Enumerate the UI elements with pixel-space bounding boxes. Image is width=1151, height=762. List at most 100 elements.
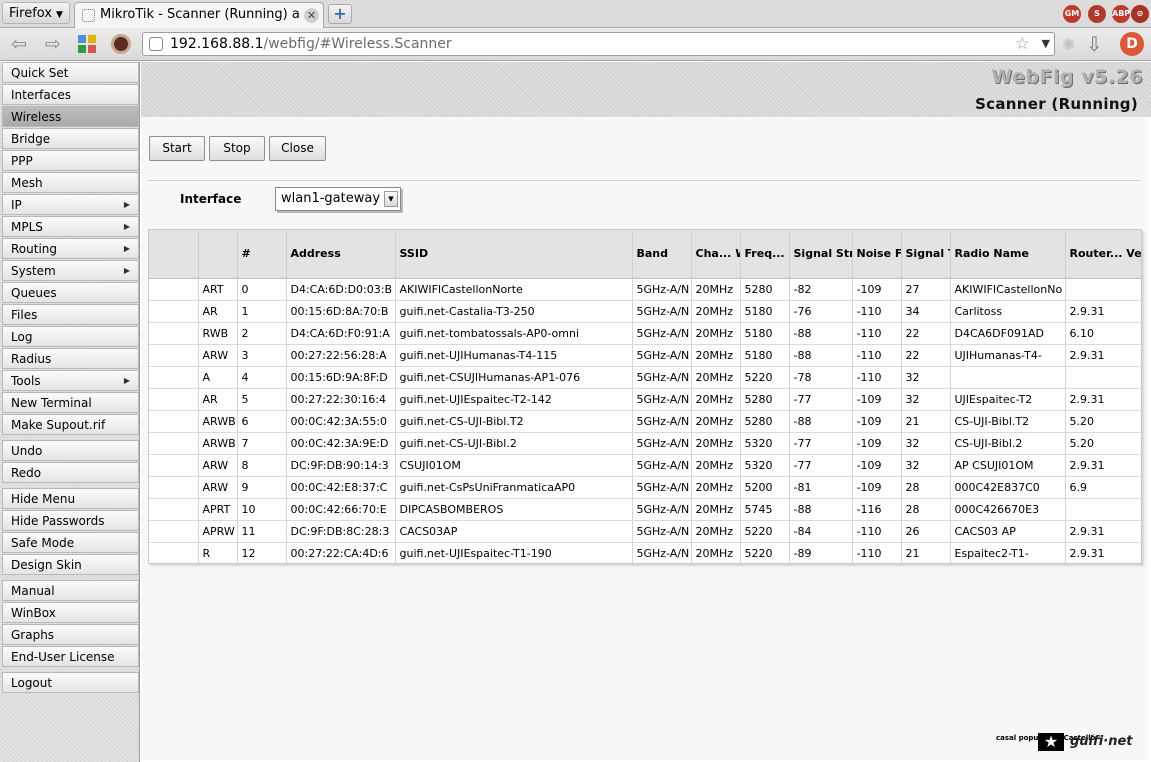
sidebar-item-mpls[interactable]: MPLS ▶ bbox=[2, 216, 139, 237]
table-row[interactable]: ARWB 7 00:0C:42:3A:9E:D guifi.net-CS-UJI-Bi… bbox=[149, 432, 1141, 455]
new-tab-button[interactable]: + bbox=[328, 4, 352, 24]
chevron-down-icon[interactable]: ▼ bbox=[384, 191, 398, 207]
column-header[interactable]: Signal Strength bbox=[789, 230, 853, 279]
sidebar-item-redo[interactable]: Redo bbox=[2, 462, 139, 483]
sidebar-item-graphs[interactable]: Graphs bbox=[2, 624, 139, 645]
table-cell: 28 bbox=[901, 498, 951, 521]
sidebar-item-make-supout-rif[interactable]: Make Supout.rif bbox=[2, 414, 139, 435]
sidebar-item-design-skin[interactable]: Design Skin bbox=[2, 554, 139, 575]
column-header[interactable]: Radio Name bbox=[950, 230, 1066, 279]
column-header[interactable]: Noise Floor bbox=[852, 230, 902, 279]
gm-icon[interactable]: GM bbox=[1063, 5, 1081, 23]
stop-reload-icon[interactable] bbox=[111, 34, 131, 54]
sidebar-item-new-terminal[interactable]: New Terminal bbox=[2, 392, 139, 413]
sidebar-item-system[interactable]: System ▶ bbox=[2, 260, 139, 281]
table-cell: guifi.net-UJIEspaitec-T2-142 bbox=[395, 388, 633, 411]
table-cell: UJIHumanas-T4- bbox=[950, 344, 1066, 367]
sidebar-item-wireless[interactable]: Wireless bbox=[2, 106, 139, 127]
sidebar-item-ip[interactable]: IP ▶ bbox=[2, 194, 139, 215]
column-header[interactable] bbox=[198, 230, 238, 279]
forward-icon[interactable]: ⇨ bbox=[40, 32, 66, 56]
table-cell: 00:27:22:CA:4D:6 bbox=[286, 542, 396, 563]
firefox-menu-label: Firefox bbox=[9, 6, 53, 21]
sidebar-item-interfaces[interactable]: Interfaces bbox=[2, 84, 139, 105]
url-text[interactable]: 192.168.88.1/webfig/#Wireless.Scanner bbox=[170, 36, 452, 52]
sidebar-item-routing[interactable]: Routing ▶ bbox=[2, 238, 139, 259]
sidebar-item-hide-passwords[interactable]: Hide Passwords bbox=[2, 510, 139, 531]
table-cell: -88 bbox=[789, 498, 853, 521]
url-bar[interactable]: 192.168.88.1/webfig/#Wireless.Scanner ☆ … bbox=[142, 32, 1055, 56]
table-row[interactable]: ARW 3 00:27:22:56:28:A guifi.net-UJIHumanas… bbox=[149, 344, 1141, 367]
column-header[interactable]: # bbox=[237, 230, 287, 279]
table-cell: 5320 bbox=[740, 454, 790, 477]
row-marker-cell bbox=[149, 476, 199, 499]
blocker-icon[interactable]: ⊘ bbox=[1131, 5, 1149, 23]
table-row[interactable]: AR 5 00:27:22:30:16:4 guifi.net-UJIEspaitec… bbox=[149, 388, 1141, 411]
table-cell: guifi.net-Castalia-T3-250 bbox=[395, 300, 633, 323]
sidebar-item-queues[interactable]: Queues bbox=[2, 282, 139, 303]
table-cell: 10 bbox=[237, 498, 287, 521]
table-cell: -88 bbox=[789, 410, 853, 433]
sidebar-item-winbox[interactable]: WinBox bbox=[2, 602, 139, 623]
table-row[interactable]: RWB 2 D4:CA:6D:F0:91:A guifi.net-tombatossa… bbox=[149, 322, 1141, 345]
abp-icon[interactable]: ABP bbox=[1112, 5, 1130, 23]
sidebar-item-label: Radius bbox=[11, 352, 52, 366]
table-row[interactable]: A 4 00:15:6D:9A:8F:D guifi.net-CSUJIHumanas… bbox=[149, 366, 1141, 389]
table-row[interactable]: ARW 9 00:0C:42:E8:37:C guifi.net-CsPsUniFra… bbox=[149, 476, 1141, 499]
sidebar-item-label: Mesh bbox=[11, 176, 43, 190]
tab-close-icon[interactable]: ✕ bbox=[304, 8, 319, 23]
noscript-icon[interactable]: S bbox=[1088, 5, 1106, 23]
sidebar-item-safe-mode[interactable]: Safe Mode bbox=[2, 532, 139, 553]
table-cell: 2.9.31 bbox=[1065, 388, 1141, 411]
app-grid-icon[interactable] bbox=[78, 35, 96, 53]
column-header[interactable]: Signal To Noise bbox=[901, 230, 951, 279]
table-row[interactable]: ARW 8 DC:9F:DB:90:14:3 CSUJI01OM 5GHz-A/N 20M… bbox=[149, 454, 1141, 477]
sidebar-item-files[interactable]: Files bbox=[2, 304, 139, 325]
sidebar-item-log[interactable]: Log bbox=[2, 326, 139, 347]
table-cell: 5GHz-A/N bbox=[632, 388, 692, 411]
table-row[interactable]: ARWB 6 00:0C:42:3A:55:0 guifi.net-CS-UJI-Bi… bbox=[149, 410, 1141, 433]
sidebar-item-label: Queues bbox=[11, 286, 57, 300]
bookmark-star-icon[interactable]: ☆ bbox=[1015, 34, 1030, 54]
sidebar-item-radius[interactable]: Radius bbox=[2, 348, 139, 369]
duckduckgo-icon[interactable]: D bbox=[1120, 32, 1144, 56]
table-row[interactable]: AR 1 00:15:6D:8A:70:B guifi.net-Castalia-T3… bbox=[149, 300, 1141, 323]
column-header[interactable]: Cha... Width bbox=[691, 230, 741, 279]
start-button[interactable]: Start bbox=[149, 136, 205, 161]
table-row[interactable]: APRT 10 00:0C:42:66:70:E DIPCASBOMBEROS 5GHz… bbox=[149, 498, 1141, 521]
table-cell: D4CA6DF091AD bbox=[950, 322, 1066, 345]
sidebar-item-undo[interactable]: Undo bbox=[2, 440, 139, 461]
sidebar-item-manual[interactable]: Manual bbox=[2, 580, 139, 601]
sidebar-item-mesh[interactable]: Mesh bbox=[2, 172, 139, 193]
table-cell: -109 bbox=[852, 388, 902, 411]
column-header[interactable]: Address bbox=[286, 230, 396, 279]
sidebar-item-hide-menu[interactable]: Hide Menu bbox=[2, 488, 139, 509]
close-button[interactable]: Close bbox=[269, 136, 326, 161]
sidebar-item-logout[interactable]: Logout bbox=[2, 672, 139, 693]
column-header[interactable]: Band bbox=[632, 230, 692, 279]
loading-spinner-icon: ✺ bbox=[1062, 35, 1076, 54]
url-dropdown-icon[interactable]: ▼ bbox=[1042, 37, 1050, 50]
sidebar-item-quick-set[interactable]: Quick Set bbox=[2, 62, 139, 83]
sidebar-item-bridge[interactable]: Bridge bbox=[2, 128, 139, 149]
stop-button[interactable]: Stop bbox=[209, 136, 265, 161]
download-icon[interactable]: ⇩ bbox=[1086, 32, 1103, 56]
sidebar-item-tools[interactable]: Tools ▶ bbox=[2, 370, 139, 391]
interface-select[interactable]: wlan1-gateway ▼ bbox=[275, 187, 401, 211]
back-icon[interactable]: ⇦ bbox=[6, 32, 32, 56]
column-header[interactable]: Router... Version bbox=[1065, 230, 1141, 279]
table-cell: -109 bbox=[852, 278, 902, 301]
sidebar-item-label: Graphs bbox=[11, 628, 55, 642]
table-row[interactable]: ART 0 D4:CA:6D:D0:03:B AKIWIFICastellonNort… bbox=[149, 278, 1141, 301]
browser-tab[interactable]: MikroTik - Scanner (Running) at... ✕ bbox=[74, 2, 324, 28]
firefox-menu-button[interactable]: Firefox ▼ bbox=[2, 2, 70, 24]
table-row[interactable]: APRW 11 DC:9F:DB:8C:28:3 CACS03AP 5GHz-A/N 20… bbox=[149, 520, 1141, 543]
column-header[interactable] bbox=[149, 230, 199, 279]
sidebar-item-end-user-license[interactable]: End-User License bbox=[2, 646, 139, 667]
column-header[interactable]: Freq... bbox=[740, 230, 790, 279]
table-cell: 5280 bbox=[740, 388, 790, 411]
sidebar-item-ppp[interactable]: PPP bbox=[2, 150, 139, 171]
column-header[interactable]: SSID bbox=[395, 230, 633, 279]
table-row[interactable]: R 12 00:27:22:CA:4D:6 guifi.net-UJIEspaitec… bbox=[149, 542, 1141, 563]
site-identity-icon[interactable] bbox=[149, 37, 163, 51]
